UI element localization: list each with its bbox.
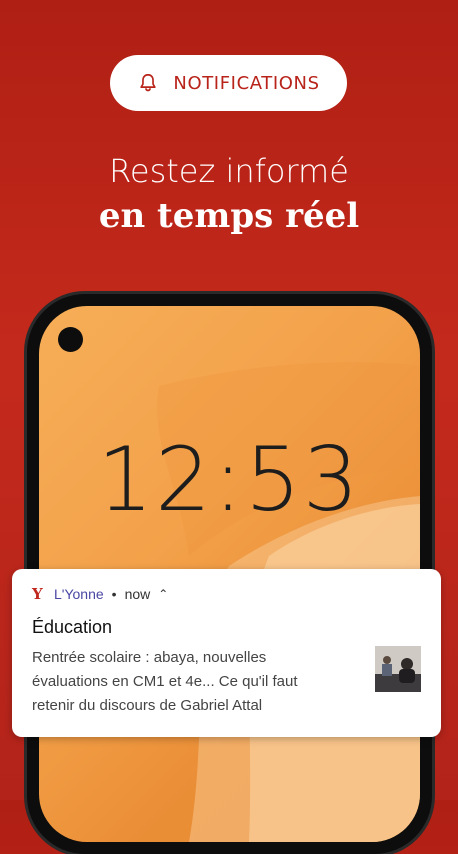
separator-dot: • xyxy=(111,586,117,602)
lockscreen-clock: 12:53 xyxy=(97,428,361,531)
pill-label: NOTIFICATIONS xyxy=(173,72,320,94)
notifications-pill: NOTIFICATIONS xyxy=(110,55,347,111)
notification-card[interactable]: Y L'Yonne • now ⌃ Éducation Rentrée scol… xyxy=(12,569,441,737)
chevron-up-icon[interactable]: ⌃ xyxy=(158,587,168,601)
bell-icon xyxy=(140,73,157,92)
notification-body: Rentrée scolaire : abaya, nouvelles éval… xyxy=(32,649,298,714)
headline-line2: en temps réel xyxy=(98,196,360,236)
app-logo-icon: Y xyxy=(32,585,43,603)
news-thumbnail xyxy=(375,646,421,692)
notification-title: Éducation xyxy=(32,617,113,637)
headline-line1: Restez informé xyxy=(109,152,349,190)
front-camera xyxy=(58,327,83,352)
notification-header: Y L'Yonne • now ⌃ xyxy=(32,585,421,603)
notification-time: now xyxy=(124,586,151,602)
app-name: L'Yonne xyxy=(54,586,104,602)
